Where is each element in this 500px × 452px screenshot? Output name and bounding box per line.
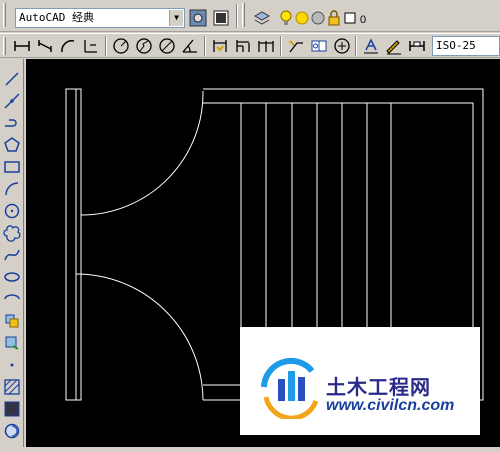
toolbar-grip[interactable] — [3, 37, 6, 55]
color-swatch-icon — [340, 8, 360, 28]
region-icon[interactable] — [2, 421, 22, 441]
dim-edit-icon[interactable] — [361, 36, 381, 56]
workspace-settings-icon[interactable] — [188, 8, 208, 28]
workspace-select[interactable]: AutoCAD 经典 ▼ — [15, 8, 185, 28]
diameter-dim-icon[interactable] — [157, 36, 177, 56]
toolbar-grip[interactable] — [242, 3, 245, 27]
tolerance-icon[interactable] — [309, 36, 329, 56]
ordinate-dim-icon[interactable] — [81, 36, 101, 56]
baseline-dim-icon[interactable] — [233, 36, 253, 56]
continue-dim-icon[interactable] — [256, 36, 276, 56]
linear-dim-icon[interactable] — [12, 36, 32, 56]
polyline-icon[interactable] — [2, 113, 22, 133]
wall-outline — [65, 88, 82, 401]
construction-line-icon[interactable] — [2, 91, 22, 111]
quick-leader-icon[interactable] — [286, 36, 306, 56]
layer-name: 0 — [360, 14, 367, 26]
gradient-icon[interactable] — [2, 399, 22, 419]
insert-block-icon[interactable] — [2, 311, 22, 331]
angular-dim-icon[interactable] — [180, 36, 200, 56]
make-block-icon[interactable] — [2, 333, 22, 353]
layer-manager-icon[interactable] — [252, 8, 272, 28]
polygon-icon[interactable] — [2, 135, 22, 155]
arc-icon[interactable] — [2, 179, 22, 199]
spline-icon[interactable] — [2, 245, 22, 265]
dim-text-edit-icon[interactable] — [384, 36, 404, 56]
draw-toolbar — [0, 59, 24, 447]
jogged-dim-icon[interactable] — [134, 36, 154, 56]
center-mark-icon[interactable] — [332, 36, 352, 56]
line-icon[interactable] — [2, 69, 22, 89]
dimstyle-select[interactable]: ISO-25 — [432, 36, 500, 56]
dimstyle-select-value: ISO-25 — [436, 39, 476, 52]
dim-update-icon[interactable] — [407, 36, 427, 56]
door-swing-arc — [75, 273, 204, 401]
layer-select[interactable]: 0 — [276, 8, 500, 28]
revision-cloud-icon[interactable] — [2, 223, 22, 243]
workspace-select-value: AutoCAD 经典 — [19, 11, 94, 24]
quick-dim-icon[interactable] — [210, 36, 230, 56]
watermark-url: www.civilcn.com — [326, 397, 455, 414]
watermark: 土木工程网 www.civilcn.com — [240, 327, 480, 435]
chevron-down-icon[interactable]: ▼ — [169, 10, 183, 26]
hatch-icon[interactable] — [2, 377, 22, 397]
toolbar-grip[interactable] — [3, 3, 6, 27]
circle-icon[interactable] — [2, 201, 22, 221]
aligned-dim-icon[interactable] — [35, 36, 55, 56]
toolbar-customize-icon[interactable] — [211, 8, 231, 28]
ellipse-icon[interactable] — [2, 267, 22, 287]
ellipse-arc-icon[interactable] — [2, 289, 22, 309]
civilcn-logo — [261, 357, 319, 419]
radius-dim-icon[interactable] — [111, 36, 131, 56]
point-icon[interactable] — [2, 355, 22, 375]
arc-length-icon[interactable] — [58, 36, 78, 56]
door-swing-arc — [80, 90, 204, 216]
rectangle-icon[interactable] — [2, 157, 22, 177]
workspaces-toolbar: AutoCAD 经典 ▼ 0 — [0, 0, 500, 32]
dimension-toolbar: ISO-25 — [0, 33, 500, 58]
watermark-title: 土木工程网 — [326, 375, 431, 399]
